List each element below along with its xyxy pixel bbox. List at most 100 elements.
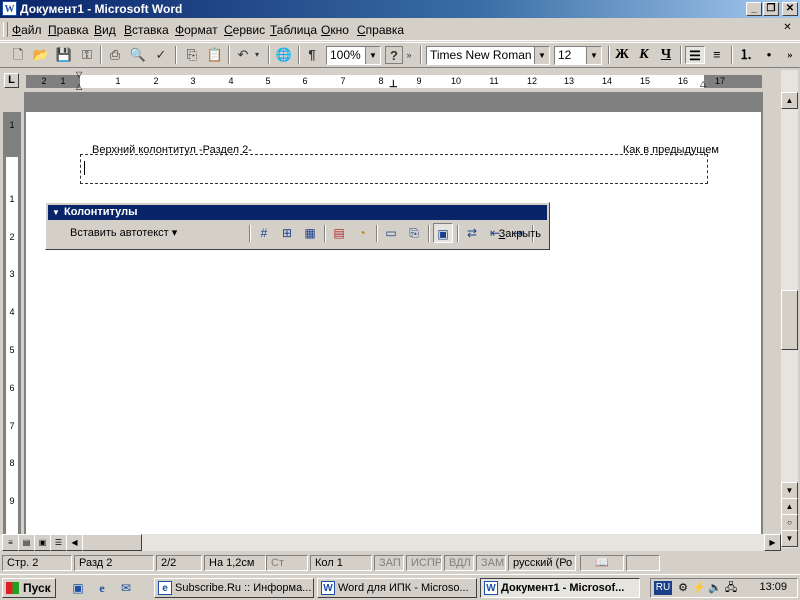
print-preview-icon[interactable]: 🔍: [128, 46, 148, 64]
network-icon[interactable]: 🖧: [723, 580, 739, 596]
underline-button[interactable]: Ч: [656, 46, 676, 64]
status-extend-selection[interactable]: ВДЛ: [444, 555, 474, 571]
permission-icon[interactable]: ⚿: [77, 46, 97, 64]
show-desktop-icon[interactable]: ▣: [70, 580, 86, 596]
first-line-indent-marker[interactable]: ▽: [76, 70, 82, 79]
insert-page-count-icon[interactable]: ⊞: [277, 223, 297, 243]
taskbar-item-subscribe[interactable]: e Subscribe.Ru :: Информа...: [154, 578, 314, 598]
status-column[interactable]: Кол 1: [310, 555, 372, 571]
chevron-down-icon[interactable]: ▼: [365, 47, 380, 64]
menu-format[interactable]: Формат: [175, 23, 218, 37]
insert-time-icon[interactable]: ◔: [352, 223, 372, 243]
undo-dropdown-icon[interactable]: ▾: [252, 46, 262, 64]
taskbar-item-document1[interactable]: W Документ1 - Microsof...: [480, 578, 640, 598]
copy-icon[interactable]: ⎘: [182, 46, 202, 64]
menu-tools[interactable]: Сервис: [224, 23, 265, 37]
restore-button[interactable]: ❐: [763, 2, 779, 16]
insert-autotext-button[interactable]: Вставить автотекст ▾: [70, 226, 177, 239]
status-page[interactable]: Стр. 2: [2, 555, 72, 571]
right-indent-marker[interactable]: △: [700, 79, 706, 88]
document-close-button[interactable]: ✕: [780, 22, 795, 35]
chevron-down-icon[interactable]: ▼: [586, 47, 601, 64]
switch-header-footer-icon[interactable]: ⇄: [462, 223, 482, 243]
horizontal-scrollbar[interactable]: ≡ ▤ ▣ ☰ ◀ ▶: [0, 534, 781, 551]
menu-file[interactable]: Файл: [12, 23, 42, 37]
outline-view-icon[interactable]: ☰: [50, 534, 67, 551]
new-document-icon[interactable]: 🗋: [8, 46, 28, 64]
open-folder-icon[interactable]: 📂: [31, 46, 51, 64]
more-buttons-icon[interactable]: »: [403, 46, 415, 64]
font-size-select[interactable]: 12 ▼: [554, 46, 602, 65]
minimize-button[interactable]: _: [746, 2, 762, 16]
scroll-up-icon[interactable]: ▲: [781, 92, 798, 109]
numbered-list-icon[interactable]: ⒈: [736, 46, 756, 64]
bold-button[interactable]: Ж: [612, 46, 632, 64]
document-page[interactable]: Верхний колонтитул -Раздел 2- Как в пред…: [26, 112, 761, 534]
toolbar-options-icon[interactable]: ▼: [52, 205, 60, 220]
previous-page-icon[interactable]: ▲: [781, 498, 798, 515]
menu-window[interactable]: Окно: [321, 23, 349, 37]
status-record-macro[interactable]: ЗАП: [374, 555, 404, 571]
align-justify-icon[interactable]: ≡: [707, 46, 727, 64]
page-setup-icon[interactable]: ▭: [381, 223, 401, 243]
show-hide-document-text-icon[interactable]: ⎘: [404, 223, 424, 243]
outlook-express-icon[interactable]: ✉: [118, 580, 134, 596]
status-language[interactable]: русский (Ро: [508, 555, 576, 571]
taskbar-item-word-ipk[interactable]: W Word для ИПК - Microso...: [317, 578, 477, 598]
tray-app-icon[interactable]: ⚙: [675, 580, 691, 596]
spelling-icon[interactable]: ✓: [151, 46, 171, 64]
insert-page-number-icon[interactable]: #: [254, 223, 274, 243]
status-line[interactable]: Ст: [266, 555, 308, 571]
scroll-down-icon[interactable]: ▼: [781, 482, 798, 499]
close-header-footer-button[interactable]: Закрыть: [499, 228, 541, 240]
horizontal-ruler[interactable]: L 2 1 1 2 3 4 5 6 7 8 9 10 11 12 13 14 1…: [0, 70, 782, 92]
menu-table[interactable]: Таблица: [270, 23, 317, 37]
close-button[interactable]: ✕: [782, 2, 798, 16]
same-as-previous-icon[interactable]: ▣: [433, 223, 453, 243]
antivirus-icon[interactable]: ⚡: [691, 580, 707, 596]
insert-date-icon[interactable]: ▤: [329, 223, 349, 243]
help-icon[interactable]: ?: [385, 46, 403, 64]
menu-insert[interactable]: Вставка: [124, 23, 169, 37]
font-name-select[interactable]: Times New Roman ▼: [426, 46, 550, 65]
vertical-ruler[interactable]: 1 1 2 3 4 5 6 7 8 9: [3, 112, 21, 534]
web-layout-icon[interactable]: ▤: [18, 534, 35, 551]
print-icon[interactable]: ⎙: [105, 46, 125, 64]
status-overtype[interactable]: ЗАМ: [476, 555, 506, 571]
status-position[interactable]: На 1,2см: [204, 555, 266, 571]
scroll-thumb[interactable]: [82, 534, 142, 551]
status-page-count[interactable]: 2/2: [156, 555, 202, 571]
word-app-icon[interactable]: W: [2, 1, 17, 16]
volume-icon[interactable]: 🔈: [707, 580, 723, 596]
menu-view[interactable]: Вид: [94, 23, 116, 37]
hyperlink-globe-icon[interactable]: 🌐: [274, 46, 294, 64]
header-footer-toolbar-titlebar[interactable]: ▼ Колонтитулы: [48, 205, 547, 220]
zoom-select[interactable]: 100% ▼: [326, 46, 381, 65]
align-left-icon[interactable]: ☰: [685, 46, 705, 64]
spelling-status-icon[interactable]: 📖: [580, 555, 624, 571]
select-browse-object-icon[interactable]: ○: [781, 514, 798, 531]
scroll-thumb[interactable]: [781, 290, 798, 350]
menu-help[interactable]: Справка: [357, 23, 404, 37]
scroll-right-icon[interactable]: ▶: [764, 534, 781, 551]
language-indicator[interactable]: RU: [654, 581, 672, 595]
tab-selector-button[interactable]: L: [4, 73, 19, 88]
scroll-left-icon[interactable]: ◀: [66, 534, 83, 551]
italic-button[interactable]: К: [634, 46, 654, 64]
save-icon[interactable]: 💾: [54, 46, 74, 64]
header-edit-area[interactable]: [80, 154, 708, 184]
start-button[interactable]: Пуск: [2, 578, 56, 598]
normal-view-icon[interactable]: ≡: [2, 534, 19, 551]
paste-icon[interactable]: 📋: [205, 46, 225, 64]
left-indent-marker[interactable]: △: [76, 82, 82, 91]
internet-explorer-icon[interactable]: e: [94, 580, 110, 596]
center-tab-marker[interactable]: ⊥: [389, 79, 398, 90]
format-page-number-icon[interactable]: ▦: [300, 223, 320, 243]
print-layout-icon[interactable]: ▣: [34, 534, 51, 551]
clock[interactable]: 13:09: [759, 581, 787, 593]
chevron-down-icon[interactable]: ▼: [534, 47, 549, 64]
status-track-changes[interactable]: ИСПР: [406, 555, 442, 571]
show-formatting-icon[interactable]: ¶: [302, 46, 322, 64]
vertical-scrollbar[interactable]: ▲ ▼ ▲ ○ ▼: [781, 70, 798, 548]
status-section[interactable]: Разд 2: [74, 555, 154, 571]
